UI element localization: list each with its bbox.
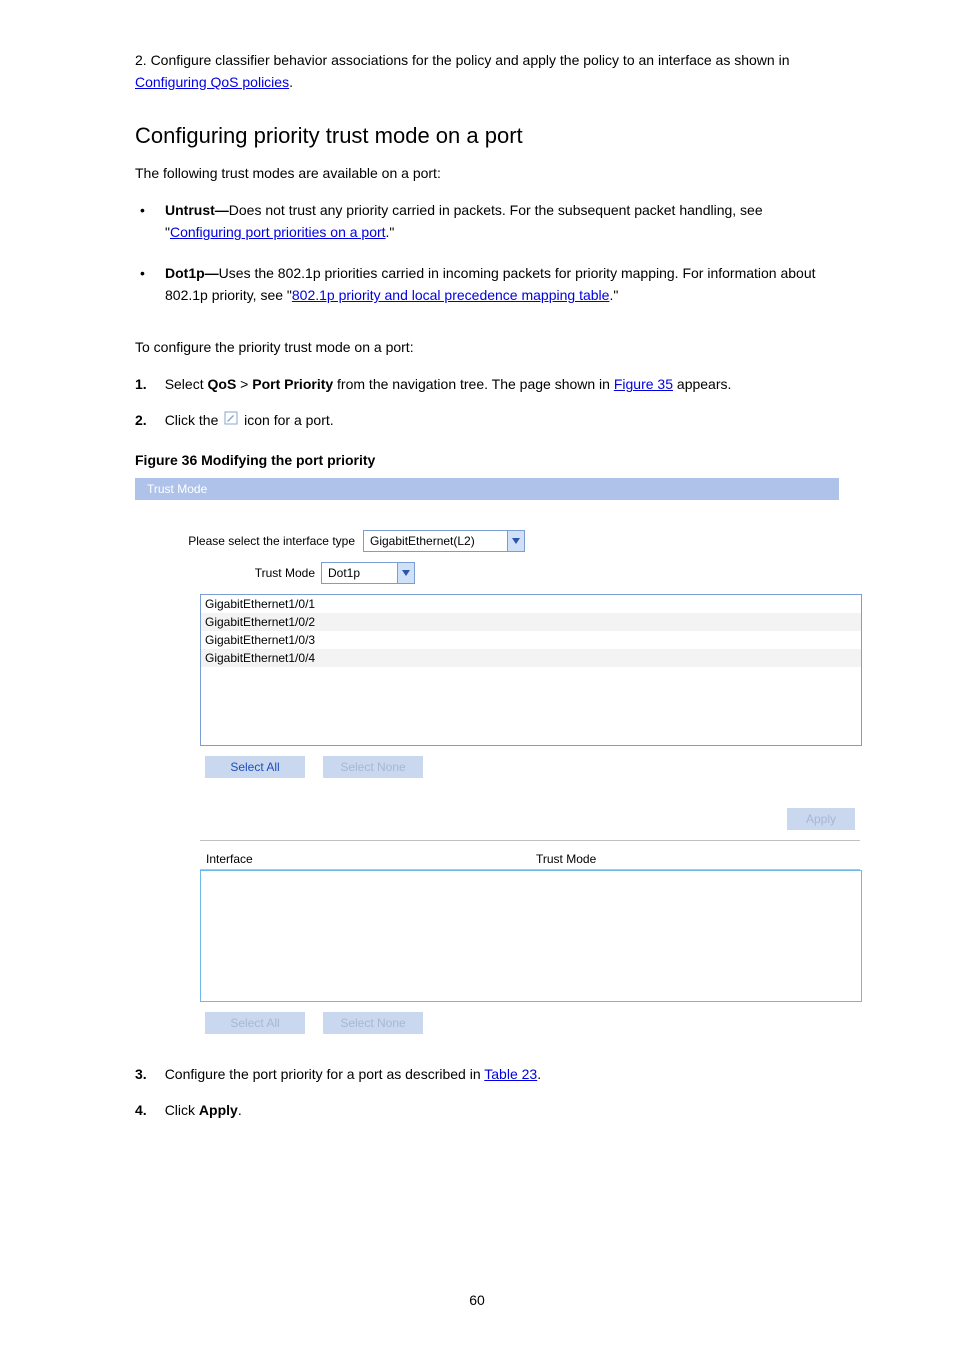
table-header: Interface Trust Mode [200,847,860,870]
col-interface: Interface [200,852,536,866]
trust-mode-select[interactable]: Dot1p [321,562,415,584]
trust-mode-list: Untrust—Does not trust any priority carr… [135,199,839,307]
step-1-number: 1. [135,376,147,392]
divider [200,840,860,841]
select-all-button: Select All [205,1012,305,1034]
step-1-e: from the navigation tree. The page shown… [333,376,614,392]
col-trust-mode: Trust Mode [536,852,596,866]
bullet-dot1p: Dot1p—Uses the 802.1p priorities carried… [135,262,839,307]
list-item[interactable]: GigabitEthernet1/0/2 [201,613,861,631]
bullet-dot1p-lead: Dot1p— [165,265,219,281]
bullet-untrust: Untrust—Does not trust any priority carr… [135,199,839,244]
procedure-lead: To configure the priority trust mode on … [135,337,839,359]
select-none-button: Select None [323,1012,423,1034]
step-3-b: . [537,1066,541,1082]
chevron-down-icon[interactable] [397,563,414,583]
trust-mode-panel: Trust Mode Please select the interface t… [135,478,839,1034]
step-1-portpriority: Port Priority [252,376,333,392]
select-none-button: Select None [323,756,423,778]
trust-mode-value: Dot1p [322,563,397,583]
link-configuring-qos-policies[interactable]: Configuring QoS policies [135,74,289,90]
link-table-23[interactable]: Table 23 [484,1066,537,1082]
select-interface-type-label: Please select the interface type [155,534,363,548]
intro-text-2: shown in [734,52,789,68]
bullet-untrust-lead: Untrust— [165,202,229,218]
bullet-untrust-tail: ." [386,224,395,240]
interface-type-value: GigabitEthernet(L2) [364,531,507,551]
step-2-number: 2. [135,412,147,428]
step-4-tail: . [238,1102,242,1118]
step-4-btn: Apply [199,1102,238,1118]
step-1-a: Select [165,376,208,392]
step-4-lead: Click [165,1102,199,1118]
intro-text-1: 2. Configure classifier behavior associa… [135,52,730,68]
step-3: 3. Configure the port priority for a port… [135,1064,839,1086]
step-1-g: appears. [673,376,731,392]
link-configuring-port-priorities[interactable]: Configuring port priorities on a port [170,224,386,240]
chevron-down-icon[interactable] [507,531,524,551]
link-8021p-mapping-table[interactable]: 802.1p priority and local precedence map… [292,287,610,303]
step-4-number: 4. [135,1102,147,1118]
step-4: 4. Click Apply. [135,1100,839,1122]
list-item[interactable]: GigabitEthernet1/0/1 [201,595,861,613]
figure-label: Figure 36 Modifying the port priority [135,452,839,468]
port-listbox[interactable]: GigabitEthernet1/0/1 GigabitEthernet1/0/… [200,594,862,746]
bullet-dot1p-tail: ." [609,287,618,303]
list-item[interactable]: GigabitEthernet1/0/3 [201,631,861,649]
step-1-c: > [236,376,252,392]
page-number: 60 [0,1292,954,1308]
select-all-button[interactable]: Select All [205,756,305,778]
intro-paragraph: 2. Configure classifier behavior associa… [135,50,839,93]
step-3-a: Configure the port priority for a port a… [165,1066,485,1082]
step-1-qos: QoS [208,376,237,392]
interface-type-select[interactable]: GigabitEthernet(L2) [363,530,525,552]
intro-text-3: . [289,74,293,90]
panel-title: Trust Mode [135,478,839,500]
list-item[interactable]: GigabitEthernet1/0/4 [201,649,861,667]
trust-mode-label: Trust Mode [200,566,321,580]
link-figure-35[interactable]: Figure 35 [614,376,673,392]
step-2-b: icon for a port. [244,412,334,428]
result-listbox[interactable] [200,870,862,1002]
step-2: 2. Click the icon for a port. [135,410,839,432]
edit-icon [224,410,238,432]
apply-button[interactable]: Apply [787,808,855,830]
step-2-a: Click the [165,412,223,428]
section-intro-text: The following trust modes are available … [135,163,839,185]
section-heading: Configuring priority trust mode on a por… [135,123,839,149]
step-3-number: 3. [135,1066,147,1082]
step-1: 1. Select QoS > Port Priority from the na… [135,374,839,396]
